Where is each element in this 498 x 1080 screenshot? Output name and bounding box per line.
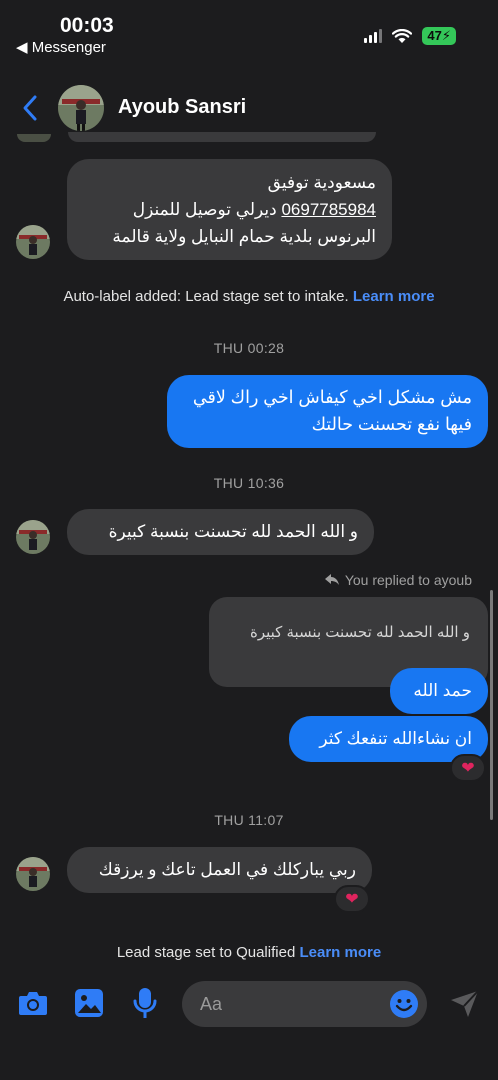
message-bubble-address[interactable]: مسعودية توفيق 0697785984 ديرلي توصيل للم… [67,159,392,260]
previous-message-bubble[interactable] [68,132,376,142]
system-message-qualified: Lead stage set to Qualified Learn more [0,944,498,961]
contact-name[interactable]: Ayoub Sansri [118,96,246,119]
address-delivery-text: ديرلي توصيل للمنزل [132,200,282,219]
phone-number-link[interactable]: 0697785984 [281,200,376,219]
battery-level: 47 [427,28,442,43]
battery-icon: 47⚡ [422,27,456,45]
replied-label: You replied to ayoub [344,572,472,588]
learn-more-link[interactable]: Learn more [353,288,435,305]
microphone-icon[interactable] [133,987,157,1019]
message-text-line: مش مشكل اخي كيفاش اخي راك لاقي [192,387,472,407]
sender-avatar[interactable] [16,520,50,554]
wifi-icon [392,28,413,43]
message-composer [0,975,498,1035]
scrollbar[interactable] [490,590,493,820]
sender-avatar[interactable] [16,225,50,259]
address-line-delivery: 0697785984 ديرلي توصيل للمنزل [83,196,376,223]
address-line-name: مسعودية توفيق [267,173,376,192]
back-to-app-link[interactable]: ◀ Messenger [16,38,106,56]
send-icon[interactable] [450,990,480,1018]
replied-indicator: You replied to ayoub [324,572,472,588]
reply-arrow-icon [324,574,339,585]
heart-icon: ❤ [345,891,359,908]
heart-reaction[interactable]: ❤ [450,754,486,782]
message-bubble-outgoing[interactable]: مش مشكل اخي كيفاش اخي راك لاقي فيها نفع … [167,375,488,448]
message-input-pill[interactable] [182,981,427,1027]
message-bubble-incoming[interactable]: ربي يباركلك في العمل تاعك و يرزقك [67,847,372,893]
learn-more-link[interactable]: Learn more [299,944,381,961]
contact-avatar[interactable] [58,85,104,131]
gallery-icon[interactable] [74,988,104,1018]
message-text: و الله الحمد لله تحسنت بنسبة كبيرة [108,522,358,541]
system-message-text: Lead stage set to Qualified [116,944,296,961]
status-time: 00:03 [60,14,114,37]
previous-avatar [17,134,51,142]
back-chevron-icon[interactable] [22,94,38,122]
cellular-signal-icon [364,29,383,43]
message-bubble-outgoing[interactable]: حمد الله [390,668,488,714]
message-text: حمد الله [413,681,472,700]
heart-icon: ❤ [461,760,475,777]
message-bubble-incoming[interactable]: و الله الحمد لله تحسنت بنسبة كبيرة [67,509,374,555]
system-message-text: Auto-label added: Lead stage set to inta… [63,288,349,305]
message-text: ربي يباركلك في العمل تاعك و يرزقك [98,860,356,879]
heart-reaction[interactable]: ❤ [334,885,370,913]
address-line-location: البرنوس بلدية حمام النبايل ولاية قالمة [112,227,376,246]
timestamp-divider: THU 00:28 [213,340,285,356]
camera-icon[interactable] [18,990,48,1016]
sender-avatar[interactable] [16,857,50,891]
timestamp-divider: THU 11:07 [214,812,284,828]
message-input[interactable] [200,981,380,1027]
message-text: ان نشاءالله تنفعك كثر [319,729,472,748]
system-message-intake: Auto-label added: Lead stage set to inta… [0,288,498,305]
message-text-line: فيها نفع تحسنت حالتك [311,414,472,434]
timestamp-divider: THU 10:36 [213,475,285,491]
emoji-icon[interactable] [389,989,419,1019]
quoted-message-text: و الله الحمد لله تحسنت بنسبة كبيرة [249,624,470,641]
status-icons: 47⚡ [364,27,456,45]
